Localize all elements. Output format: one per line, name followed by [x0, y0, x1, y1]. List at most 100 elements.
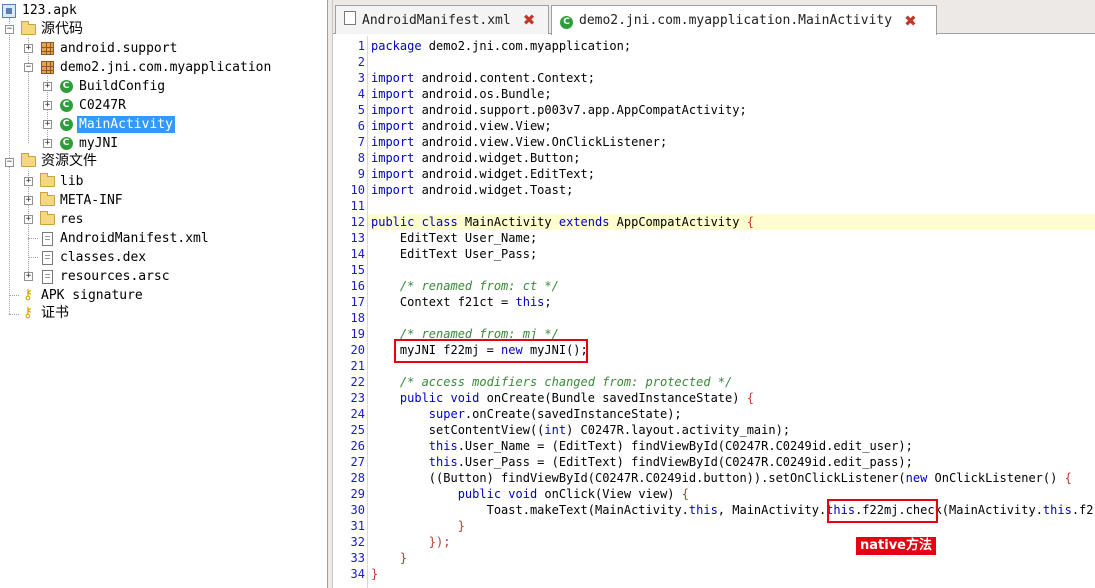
- tree-item-android-support[interactable]: android.support: [39, 39, 179, 58]
- line-number-gutter: 1 2 3 4 5 6 7 8 9 10 11 12 13 14 15 16 1…: [335, 36, 368, 588]
- tab-androidmanifest[interactable]: AndroidManifest.xml ✖: [335, 5, 549, 34]
- line-number: 13: [350, 231, 365, 245]
- tree-item-lib[interactable]: lib: [39, 172, 85, 191]
- expand-toggle[interactable]: +: [24, 44, 33, 53]
- expand-toggle[interactable]: +: [43, 120, 52, 129]
- code-line: }: [371, 567, 379, 581]
- expand-toggle[interactable]: +: [24, 177, 33, 186]
- annotation-label: native方法: [856, 537, 936, 555]
- tree-item-classes-dex[interactable]: classes.dex: [39, 248, 148, 267]
- line-number: 19: [350, 327, 365, 341]
- tree-item-meta-inf[interactable]: META-INF: [39, 191, 125, 210]
- tree-item-source-code[interactable]: 源代码: [20, 20, 85, 39]
- expand-toggle[interactable]: +: [43, 82, 52, 91]
- tree-guide: [28, 38, 29, 143]
- code-line: import android.content.Context;: [371, 71, 595, 85]
- tree-item-label: 源代码: [41, 21, 83, 37]
- tab-label: demo2.jni.com.myapplication.MainActivity: [579, 13, 893, 28]
- code-line: /* renamed from: ct */: [371, 279, 559, 293]
- tree-item-resources-arsc[interactable]: resources.arsc: [39, 267, 172, 286]
- tree-item-label: C0247R: [79, 98, 126, 113]
- code-line: });: [371, 535, 451, 549]
- tree-item-label: 资源文件: [41, 153, 97, 169]
- tree-guide: [28, 238, 38, 239]
- code-line: EditText User_Pass;: [371, 247, 538, 261]
- expand-toggle[interactable]: +: [43, 139, 52, 148]
- line-number: 29: [350, 487, 365, 501]
- tree-item-mainactivity[interactable]: C MainActivity: [58, 115, 175, 134]
- tree-item-myjni[interactable]: C myJNI: [58, 134, 120, 153]
- tree-item-c0247r[interactable]: C C0247R: [58, 96, 128, 115]
- folder-icon: [39, 192, 55, 206]
- tree-item-label: BuildConfig: [79, 79, 166, 94]
- line-number: 24: [350, 407, 365, 421]
- line-number: 27: [350, 455, 365, 469]
- expand-toggle[interactable]: +: [24, 196, 33, 205]
- line-number: 1: [357, 39, 365, 53]
- line-number: 16: [350, 279, 365, 293]
- tab-mainactivity[interactable]: C demo2.jni.com.myapplication.MainActivi…: [551, 5, 937, 35]
- code-line: super.onCreate(savedInstanceState);: [428, 407, 682, 421]
- tree-item-label: lib: [60, 174, 84, 189]
- code-area[interactable]: package demo2.jni.com.myapplication; imp…: [368, 36, 1095, 588]
- tree-item-label: android.support: [60, 41, 178, 56]
- line-number: 26: [350, 439, 365, 453]
- class-icon: C: [560, 15, 573, 29]
- tree-item-root[interactable]: 123.apk: [1, 1, 79, 20]
- tree-item-certificate[interactable]: ⚷ 证书: [20, 304, 71, 323]
- close-icon[interactable]: ✖: [904, 12, 917, 30]
- tree-item-androidmanifest[interactable]: AndroidManifest.xml: [39, 229, 211, 248]
- expand-toggle[interactable]: +: [24, 215, 33, 224]
- line-number: 11: [350, 199, 365, 213]
- file-icon: [41, 269, 53, 284]
- collapse-toggle[interactable]: −: [5, 158, 14, 167]
- tree-item-label: AndroidManifest.xml: [60, 231, 209, 246]
- tree-item-apk-signature[interactable]: ⚷ APK signature: [20, 286, 145, 305]
- code-line: import android.widget.Toast;: [371, 183, 574, 197]
- key-icon: ⚷: [22, 287, 34, 303]
- tree-item-resources[interactable]: 资源文件: [20, 152, 99, 171]
- tree-item-label: classes.dex: [60, 250, 147, 265]
- tree-item-buildconfig[interactable]: C BuildConfig: [58, 77, 167, 96]
- line-number: 14: [350, 247, 365, 261]
- folder-open-icon: [20, 153, 36, 167]
- project-tree[interactable]: 123.apk − 源代码 + android.support − demo2.…: [0, 0, 327, 588]
- class-icon: C: [59, 99, 73, 112]
- tree-item-label: resources.arsc: [60, 269, 170, 284]
- tree-item-label: 证书: [41, 305, 69, 321]
- line-number: 4: [357, 87, 365, 101]
- code-line: public void onClick(View view) {: [457, 487, 689, 501]
- close-icon[interactable]: ✖: [523, 11, 536, 29]
- code-line: package demo2.jni.com.myapplication;: [371, 39, 632, 53]
- line-number: 21: [350, 359, 365, 373]
- tree-item-demo-package[interactable]: demo2.jni.com.myapplication: [39, 58, 273, 77]
- line-number: 3: [357, 71, 365, 85]
- code-line: this.User_Pass = (EditText) findViewById…: [428, 455, 913, 469]
- tree-item-res[interactable]: res: [39, 210, 85, 229]
- code-line: }: [371, 519, 465, 533]
- line-number: 10: [350, 183, 365, 197]
- tab-bar: AndroidManifest.xml ✖ C demo2.jni.com.my…: [333, 0, 1095, 35]
- code-line: import android.support.p003v7.app.AppCom…: [371, 103, 747, 117]
- collapse-toggle[interactable]: −: [5, 25, 14, 34]
- tree-guide: [9, 314, 19, 315]
- code-line: import android.view.View;: [371, 119, 552, 133]
- class-icon: C: [59, 80, 73, 93]
- line-number: 20: [350, 343, 365, 357]
- folder-icon: [39, 211, 55, 225]
- tree-item-label: MainActivity: [77, 116, 175, 133]
- key-icon: ⚷: [22, 305, 34, 321]
- highlight-box-myjni-field: [394, 339, 588, 363]
- tree-guide: [28, 257, 38, 258]
- code-line: Toast.makeText(MainActivity.this, MainAc…: [371, 503, 1095, 517]
- line-number: 34: [350, 567, 365, 581]
- line-number: 25: [350, 423, 365, 437]
- expand-toggle[interactable]: +: [24, 272, 33, 281]
- code-line: import android.view.View.OnClickListener…: [371, 135, 668, 149]
- line-number: 12: [350, 215, 365, 229]
- class-icon: C: [59, 118, 73, 131]
- collapse-toggle[interactable]: −: [24, 63, 33, 72]
- package-icon: [40, 61, 54, 74]
- expand-toggle[interactable]: +: [43, 101, 52, 110]
- file-icon: [41, 250, 53, 265]
